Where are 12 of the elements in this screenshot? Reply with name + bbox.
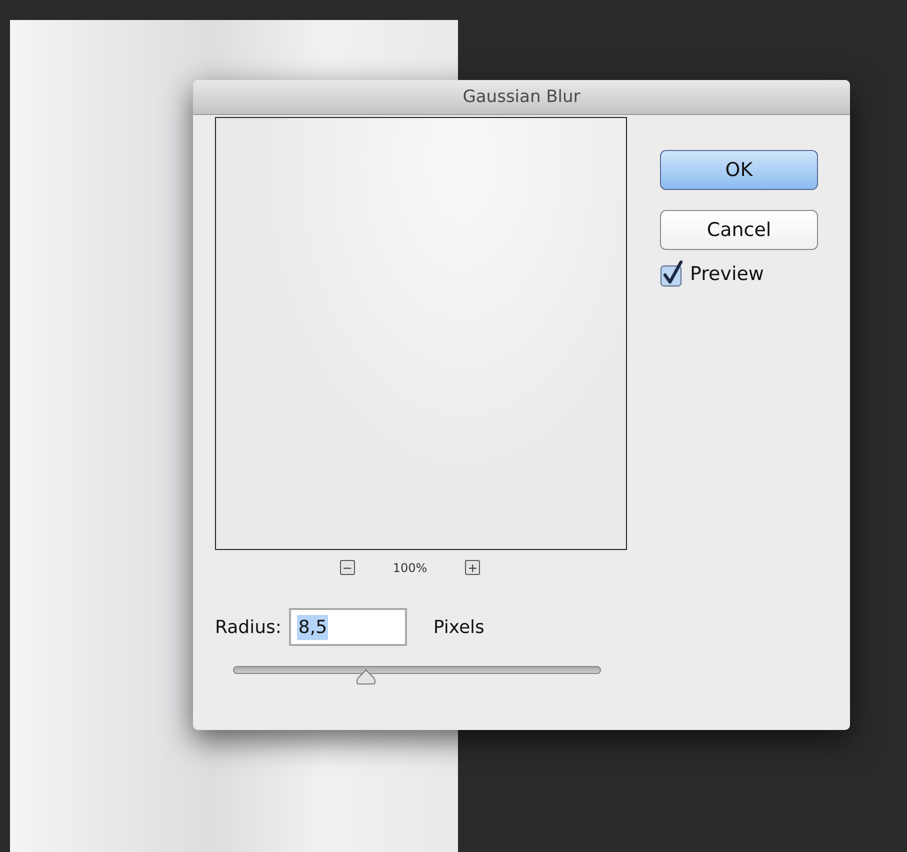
ok-button[interactable]: OK — [660, 150, 818, 190]
radius-field[interactable]: 8,5 — [289, 608, 408, 646]
radius-value: 8,5 — [297, 614, 328, 640]
radius-label: Radius: — [215, 616, 282, 638]
unit-label: Pixels — [433, 616, 484, 638]
zoom-out-button[interactable]: − — [340, 560, 355, 575]
zoom-level: 100% — [392, 560, 428, 574]
window-title: Gaussian Blur — [462, 87, 580, 107]
slider-thumb[interactable] — [356, 669, 376, 685]
zoom-in-button[interactable]: + — [465, 560, 480, 575]
preview-label: Preview — [690, 263, 764, 285]
cancel-button[interactable]: Cancel — [660, 210, 818, 250]
